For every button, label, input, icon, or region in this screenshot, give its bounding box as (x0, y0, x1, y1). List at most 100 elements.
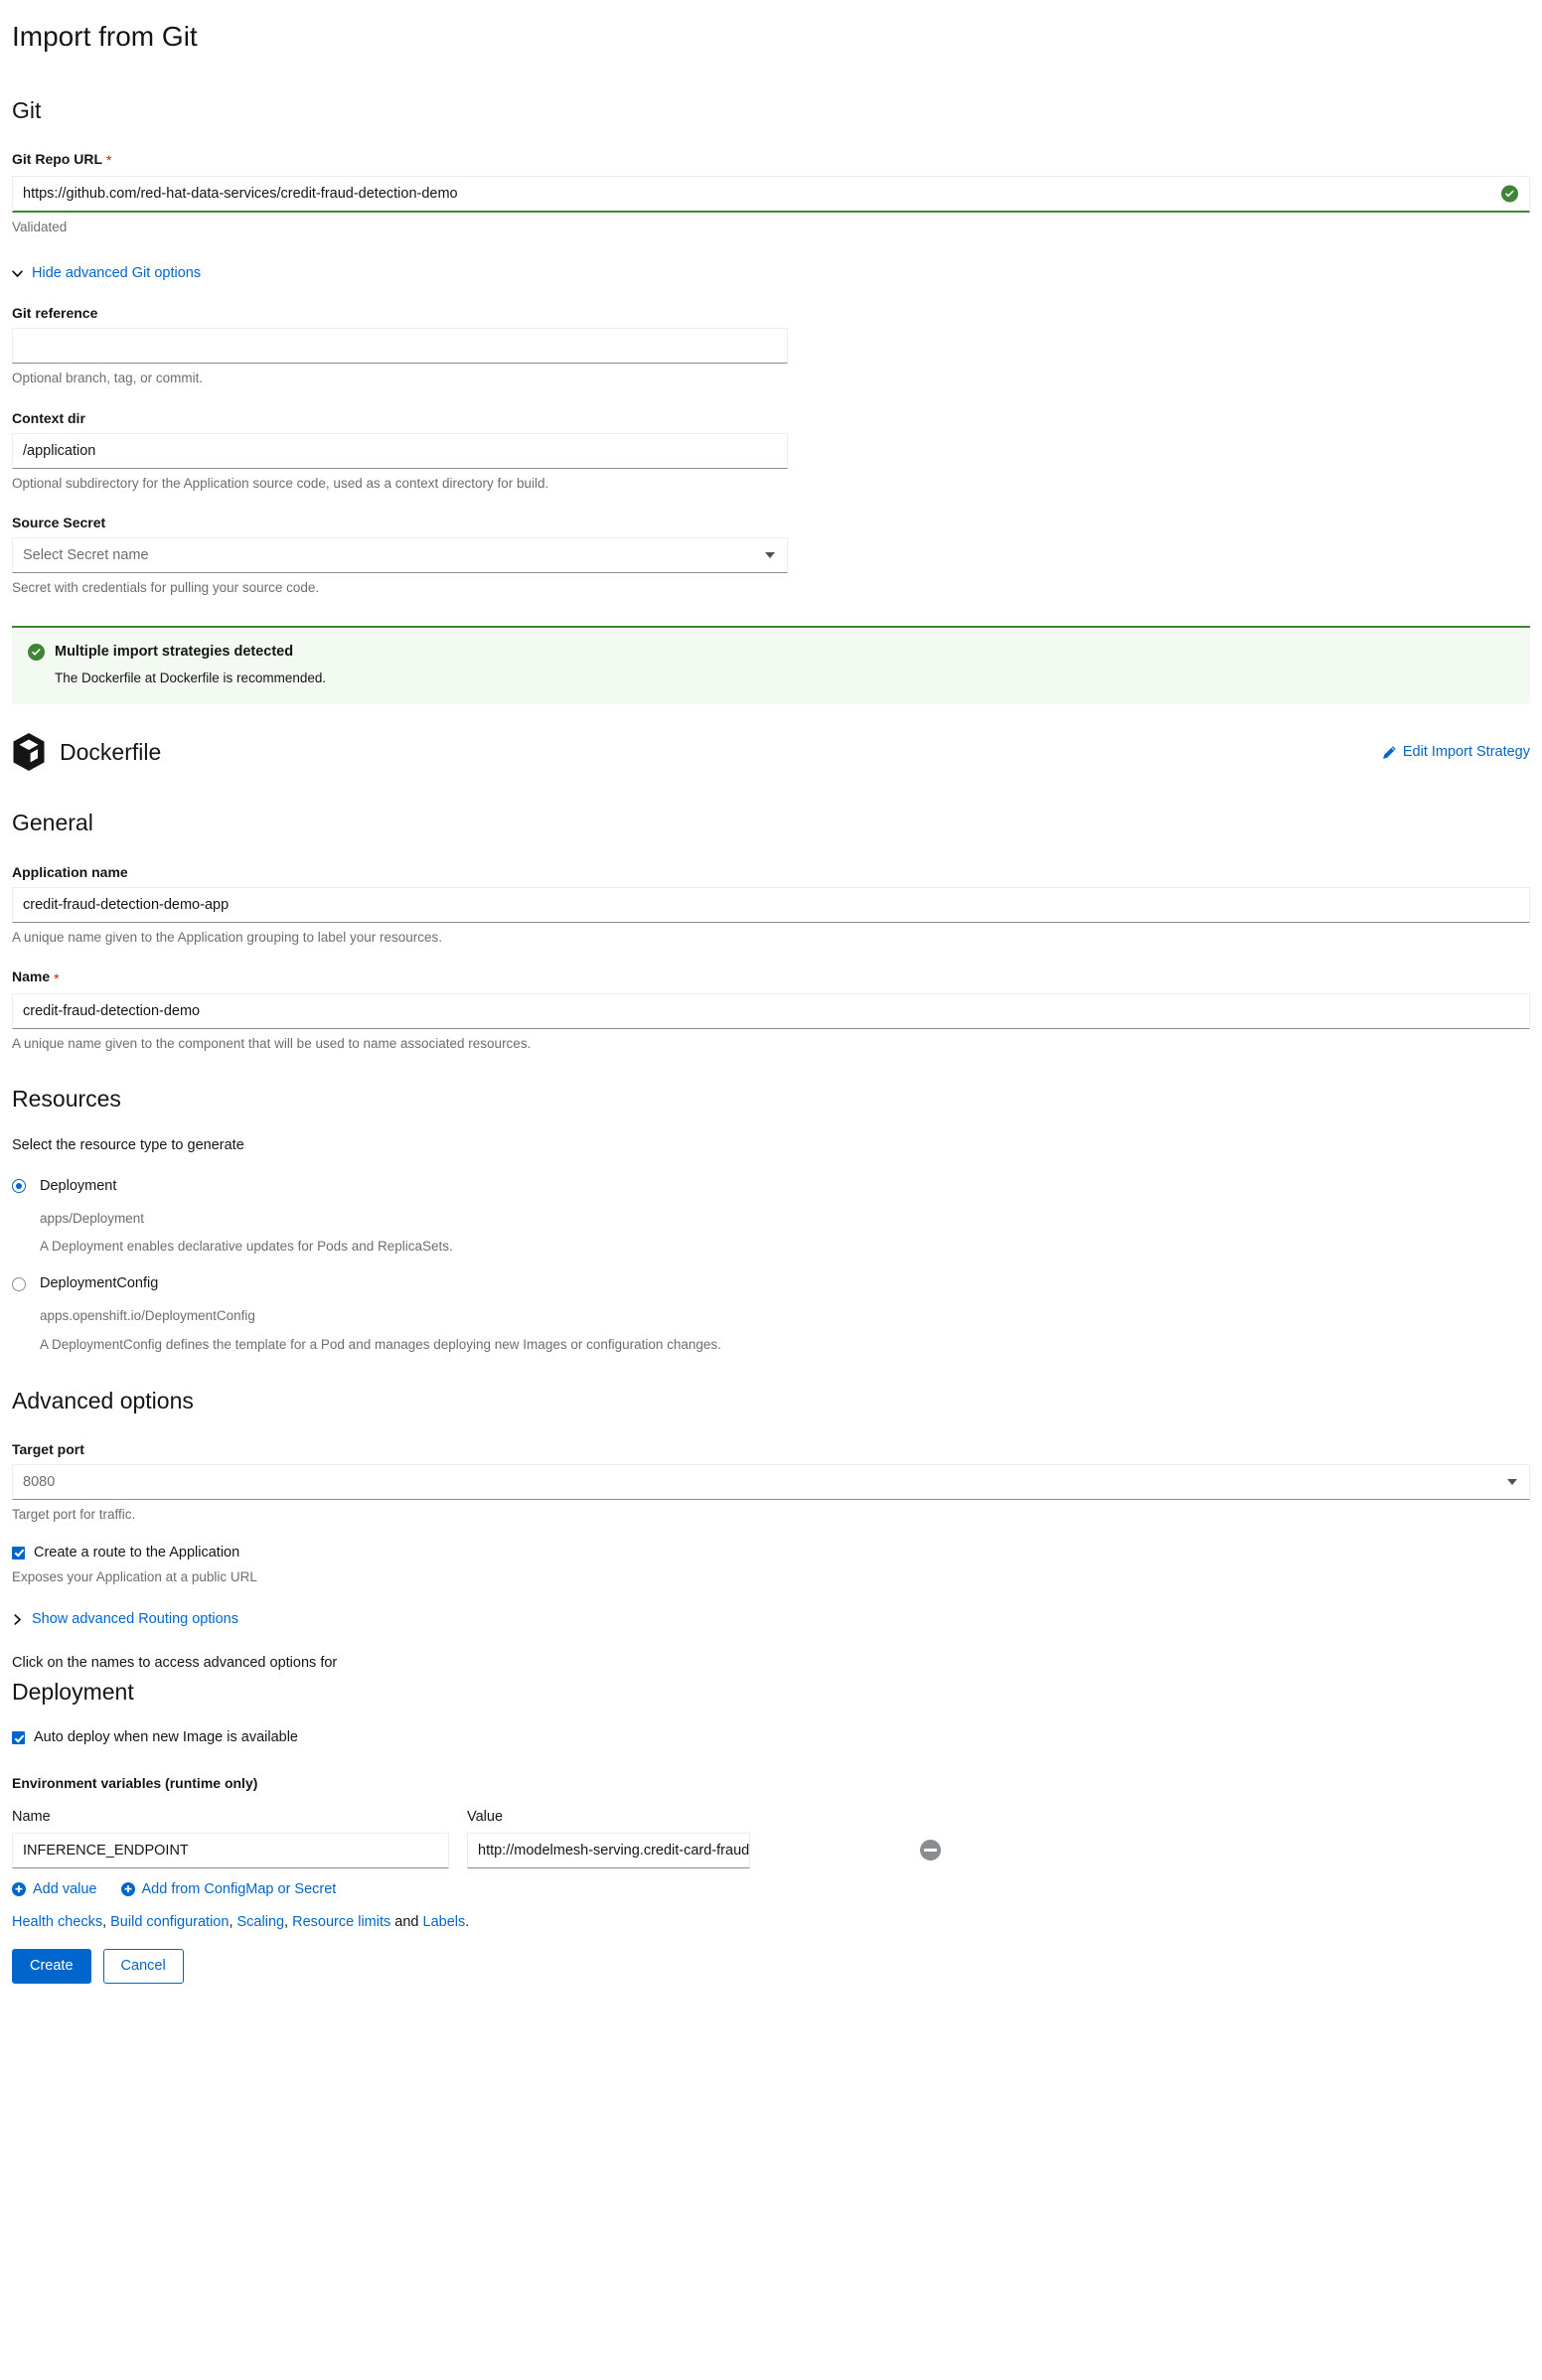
target-port-helper: Target port for traffic. (12, 1507, 136, 1523)
resource-option-label: DeploymentConfig (40, 1275, 159, 1292)
resource-option-label: Deployment (40, 1177, 117, 1194)
health-checks-link[interactable]: Health checks (12, 1914, 102, 1930)
advanced-config-links: Health checks, Build configuration, Scal… (12, 1913, 1530, 1932)
env-var-name-header: Name (12, 1808, 51, 1825)
create-route-label: Create a route to the Application (34, 1544, 240, 1561)
chevron-down-icon (12, 268, 23, 278)
application-name-label: Application name (12, 864, 128, 881)
add-from-configmap-label: Add from ConfigMap or Secret (141, 1881, 337, 1898)
chevron-right-icon (12, 1614, 22, 1626)
source-secret-select-wrapper: Select Secret name (12, 537, 788, 574)
target-port-field-wrapper: 8080 (12, 1464, 1530, 1501)
resource-option-description: A Deployment enables declarative updates… (40, 1239, 453, 1255)
cancel-button[interactable]: Cancel (102, 1949, 184, 1984)
import-from-git-page: Import from Git Git Git Repo URL * https:… (0, 0, 1542, 1984)
required-marker: * (54, 969, 60, 986)
source-secret-select[interactable]: Select Secret name (12, 537, 788, 574)
chevron-down-icon[interactable] (765, 552, 775, 559)
git-repo-url-label: Git Repo URL * (12, 150, 1530, 169)
git-section-heading: Git (12, 96, 42, 123)
dockerfile-cube-icon (12, 732, 46, 772)
add-value-link[interactable]: Add value (12, 1882, 97, 1897)
application-name-input[interactable]: credit-fraud-detection-demo-app (12, 887, 1530, 924)
git-repo-url-helper: Validated (12, 219, 68, 234)
context-dir-helper: Optional subdirectory for the Applicatio… (12, 475, 549, 491)
env-var-name-column: Name INFERENCE_ENDPOINT (12, 1808, 449, 1869)
deployment-prompt: Click on the names to access advanced op… (12, 1654, 338, 1671)
radio-deployment[interactable] (12, 1179, 26, 1194)
create-route-checkbox-row[interactable]: Create a route to the Application (12, 1545, 1530, 1562)
git-repo-url-input[interactable]: https://github.com/red-hat-data-services… (12, 175, 1530, 213)
general-section-heading: General (12, 810, 93, 836)
links-separator-3: , (284, 1913, 293, 1930)
env-var-actions (920, 1840, 941, 1868)
check-circle-icon (1501, 185, 1518, 203)
source-secret-label: Source Secret (12, 515, 106, 531)
env-vars-heading: Environment variables (runtime only) (12, 1775, 258, 1792)
links-conjunction: and (390, 1913, 423, 1930)
radio-deploymentconfig[interactable] (12, 1276, 26, 1291)
auto-deploy-checkbox[interactable] (12, 1731, 25, 1745)
create-button[interactable]: Create (12, 1949, 91, 1984)
env-var-value-column: Value http://modelmesh-serving.credit-ca… (467, 1808, 904, 1869)
resource-option-deployment[interactable]: Deployment (12, 1178, 1530, 1195)
edit-import-strategy-link[interactable]: Edit Import Strategy (1382, 744, 1530, 760)
create-route-helper: Exposes your Application at a public URL (12, 1568, 257, 1584)
plus-circle-icon (120, 1882, 135, 1897)
add-value-label: Add value (33, 1881, 97, 1898)
git-reference-input[interactable] (12, 328, 788, 365)
plus-circle-icon (12, 1882, 26, 1897)
resource-limits-link[interactable]: Resource limits (292, 1914, 390, 1930)
git-reference-helper: Optional branch, tag, or commit. (12, 371, 204, 386)
links-separator-2: , (229, 1913, 237, 1930)
resource-option-description: A DeploymentConfig defines the template … (40, 1336, 721, 1352)
add-from-configmap-or-secret-link[interactable]: Add from ConfigMap or Secret (120, 1881, 337, 1898)
links-separator-1: , (102, 1913, 111, 1930)
name-helper: A unique name given to the component tha… (12, 1035, 532, 1051)
chevron-down-icon[interactable] (1507, 1479, 1517, 1486)
import-strategy-alert: Multiple import strategies detected The … (12, 625, 1530, 705)
name-label: Name * (12, 967, 1530, 986)
labels-link[interactable]: Labels (423, 1914, 466, 1930)
context-dir-label: Context dir (12, 409, 85, 426)
name-input[interactable]: credit-fraud-detection-demo (12, 992, 1530, 1029)
toggle-advanced-git-options[interactable]: Hide advanced Git options (12, 266, 1530, 281)
alert-header: Multiple import strategies detected (28, 643, 1514, 661)
form-actions: Create Cancel (12, 1949, 1530, 1984)
scaling-link[interactable]: Scaling (237, 1914, 285, 1930)
links-terminator: . (465, 1913, 470, 1930)
git-repo-url-label-text: Git Repo URL (12, 151, 102, 168)
advanced-options-heading: Advanced options (12, 1387, 194, 1413)
resource-option-deploymentconfig[interactable]: DeploymentConfig (12, 1275, 1530, 1292)
auto-deploy-checkbox-row[interactable]: Auto deploy when new Image is available (12, 1729, 1530, 1746)
toggle-advanced-routing-options[interactable]: Show advanced Routing options (12, 1612, 1530, 1627)
page-title: Import from Git (12, 21, 198, 52)
resource-option-api: apps.openshift.io/DeploymentConfig (40, 1308, 255, 1324)
pencil-icon (1382, 745, 1396, 760)
git-reference-label: Git reference (12, 305, 98, 322)
target-port-input[interactable]: 8080 (12, 1464, 1530, 1501)
auto-deploy-label: Auto deploy when new Image is available (34, 1729, 298, 1746)
build-configuration-link[interactable]: Build configuration (110, 1914, 229, 1930)
required-marker: * (106, 152, 112, 169)
name-label-text: Name (12, 968, 51, 985)
env-var-name-input[interactable]: INFERENCE_ENDPOINT (12, 1833, 449, 1869)
env-var-add-row: Add value Add from ConfigMap or Secret (12, 1882, 1530, 1897)
env-vars-table: Name INFERENCE_ENDPOINT Value http://mod… (12, 1808, 1530, 1869)
check-circle-icon (28, 643, 45, 661)
env-var-value-input[interactable]: http://modelmesh-serving.credit-card-fra… (467, 1833, 750, 1869)
minus-circle-icon[interactable] (920, 1840, 941, 1861)
context-dir-input[interactable]: /application (12, 432, 788, 469)
alert-body: The Dockerfile at Dockerfile is recommen… (55, 669, 327, 685)
resource-option-api: apps/Deployment (40, 1210, 145, 1226)
import-strategy-row: Dockerfile Edit Import Strategy (12, 732, 1530, 772)
create-route-checkbox[interactable] (12, 1546, 25, 1560)
env-var-value-header: Value (467, 1808, 504, 1825)
import-strategy-name: Dockerfile (60, 738, 162, 765)
toggle-advanced-routing-options-label: Show advanced Routing options (32, 1611, 238, 1628)
edit-import-strategy-label: Edit Import Strategy (1402, 744, 1530, 761)
source-secret-helper: Secret with credentials for pulling your… (12, 580, 320, 596)
deployment-heading[interactable]: Deployment (12, 1679, 1530, 1707)
git-repo-url-field-wrapper: https://github.com/red-hat-data-services… (12, 175, 1530, 213)
target-port-label: Target port (12, 1441, 84, 1458)
